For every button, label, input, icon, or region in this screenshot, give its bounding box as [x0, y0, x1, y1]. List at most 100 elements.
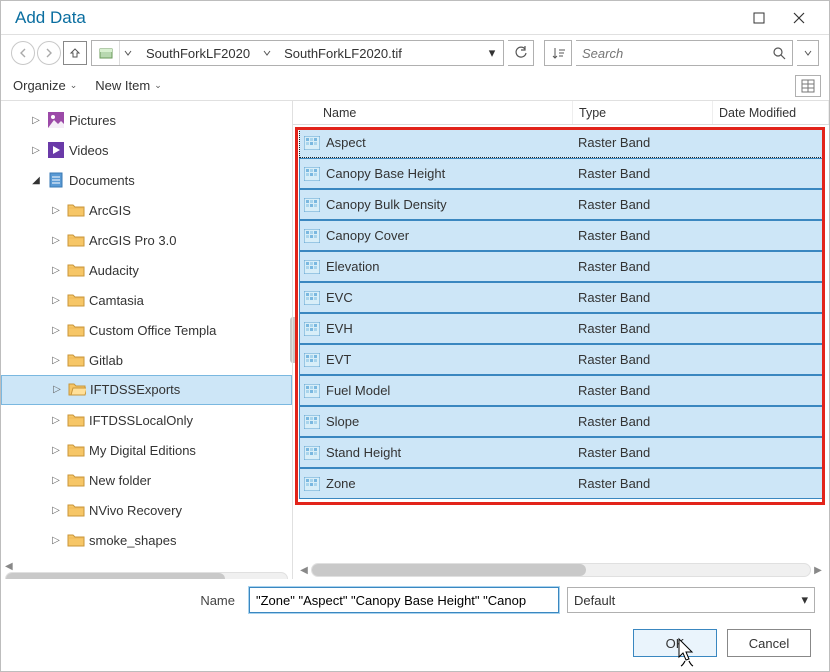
list-item-name: Zone — [324, 476, 578, 491]
expand-icon[interactable]: ▷ — [49, 355, 63, 366]
tree-item-label: Custom Office Templa — [89, 323, 216, 338]
file-list[interactable]: AspectRaster BandCanopy Base HeightRaste… — [293, 125, 829, 561]
pictures-icon — [47, 111, 65, 129]
tree-item-arcgis[interactable]: ▷ ArcGIS — [1, 195, 292, 225]
list-row[interactable]: Canopy Bulk DensityRaster Band — [299, 189, 823, 220]
raster-band-icon — [300, 229, 324, 243]
list-row[interactable]: EVHRaster Band — [299, 313, 823, 344]
column-header-name[interactable]: Name — [293, 101, 573, 124]
refresh-button[interactable] — [508, 40, 534, 66]
close-button[interactable] — [779, 3, 819, 33]
new-item-menu[interactable]: New Item⌄ — [91, 78, 165, 93]
list-item-type: Raster Band — [578, 290, 718, 305]
tree-item-iftdssexports[interactable]: ▷IFTDSSExports — [1, 375, 292, 405]
organize-menu[interactable]: Organize⌄ — [9, 78, 81, 93]
expand-icon[interactable]: ▷ — [50, 384, 64, 395]
tree-item-audacity[interactable]: ▷ Audacity — [1, 255, 292, 285]
back-button[interactable] — [11, 41, 35, 65]
breadcrumb-history-dropdown[interactable]: ▾ — [481, 41, 503, 65]
tree-item-nvivo[interactable]: ▷NVivo Recovery — [1, 495, 292, 525]
folder-icon — [67, 201, 85, 219]
search-input[interactable] — [576, 46, 766, 61]
list-row[interactable]: Fuel ModelRaster Band — [299, 375, 823, 406]
name-input[interactable] — [249, 587, 559, 613]
raster-band-icon — [300, 384, 324, 398]
list-item-type: Raster Band — [578, 445, 718, 460]
list-row[interactable]: EVTRaster Band — [299, 344, 823, 375]
list-item-type: Raster Band — [578, 259, 718, 274]
up-button[interactable] — [63, 41, 87, 65]
tree-horizontal-scrollbar[interactable]: ◀ ▶ — [1, 555, 292, 579]
list-row[interactable]: SlopeRaster Band — [299, 406, 823, 437]
expand-icon[interactable]: ▷ — [49, 535, 63, 546]
tree-item-iftdsslocal[interactable]: ▷IFTDSSLocalOnly — [1, 405, 292, 435]
documents-icon — [47, 171, 65, 189]
ok-label: OK — [666, 636, 685, 651]
list-row[interactable]: ZoneRaster Band — [299, 468, 823, 499]
list-row[interactable]: AspectRaster Band — [299, 127, 823, 158]
tree-item-videos[interactable]: ▷ Videos — [1, 135, 292, 165]
tree-item-label: ArcGIS — [89, 203, 131, 218]
expand-icon[interactable]: ▷ — [49, 445, 63, 456]
tree-item-gitlab[interactable]: ▷Gitlab — [1, 345, 292, 375]
tree-item-label: ArcGIS Pro 3.0 — [89, 233, 176, 248]
breadcrumb-root-dropdown[interactable] — [120, 41, 136, 65]
filter-type-value: Default — [574, 593, 615, 608]
expand-icon[interactable]: ▷ — [49, 265, 63, 276]
search-options-dropdown[interactable] — [797, 40, 819, 66]
folder-tree[interactable]: ▷ Pictures ▷ Videos ◢ Documents ▷ArcGIS▷… — [1, 101, 293, 579]
raster-band-icon — [300, 477, 324, 491]
expand-icon[interactable]: ▷ — [49, 325, 63, 336]
tree-item-label: Documents — [69, 173, 135, 188]
expand-icon[interactable]: ▷ — [49, 235, 63, 246]
list-item-type: Raster Band — [578, 228, 718, 243]
search-icon[interactable] — [766, 41, 792, 65]
list-item-name: Stand Height — [324, 445, 578, 460]
expand-icon[interactable]: ▷ — [49, 475, 63, 486]
filter-type-select[interactable]: Default ▾ — [567, 587, 815, 613]
expand-icon[interactable]: ▷ — [49, 505, 63, 516]
expand-icon[interactable]: ▷ — [49, 415, 63, 426]
tree-item-documents[interactable]: ◢ Documents — [1, 165, 292, 195]
list-item-type: Raster Band — [578, 383, 718, 398]
navigation-bar: SouthForkLF2020 SouthForkLF2020.tif ▾ — [1, 35, 829, 71]
name-label: Name — [15, 593, 241, 608]
list-item-name: Canopy Base Height — [324, 166, 578, 181]
tree-item-smoke[interactable]: ▷smoke_shapes — [1, 525, 292, 555]
search-box[interactable] — [576, 40, 793, 66]
list-row[interactable]: Canopy Base HeightRaster Band — [299, 158, 823, 189]
folder-icon — [67, 531, 85, 549]
breadcrumb-segment[interactable]: SouthForkLF2020 — [136, 41, 260, 65]
sort-button[interactable] — [544, 40, 572, 66]
tree-item-pictures[interactable]: ▷ Pictures — [1, 105, 292, 135]
organize-label: Organize — [13, 78, 66, 93]
breadcrumb-file[interactable]: SouthForkLF2020.tif — [274, 46, 481, 61]
column-header-type[interactable]: Type — [573, 101, 713, 124]
maximize-button[interactable] — [739, 3, 779, 33]
tree-item-customoffice[interactable]: ▷ Custom Office Templa — [1, 315, 292, 345]
ok-button[interactable]: OK — [633, 629, 717, 657]
tree-item-camtasia[interactable]: ▷Camtasia — [1, 285, 292, 315]
tree-item-newfolder[interactable]: ▷New folder — [1, 465, 292, 495]
forward-button[interactable] — [37, 41, 61, 65]
list-row[interactable]: Canopy CoverRaster Band — [299, 220, 823, 251]
list-item-type: Raster Band — [578, 352, 718, 367]
tree-item-arcgispro[interactable]: ▷ ArcGIS Pro 3.0 — [1, 225, 292, 255]
list-row[interactable]: EVCRaster Band — [299, 282, 823, 313]
tree-item-mydigital[interactable]: ▷ My Digital Editions — [1, 435, 292, 465]
list-item-type: Raster Band — [578, 414, 718, 429]
expand-icon[interactable]: ▷ — [49, 205, 63, 216]
view-options-button[interactable] — [795, 75, 821, 97]
list-row[interactable]: Stand HeightRaster Band — [299, 437, 823, 468]
expand-icon[interactable]: ▷ — [49, 295, 63, 306]
cancel-button[interactable]: Cancel — [727, 629, 811, 657]
list-horizontal-scrollbar[interactable]: ◀ ▶ — [293, 561, 829, 579]
tree-item-label: My Digital Editions — [89, 443, 196, 458]
tree-item-label: Audacity — [89, 263, 139, 278]
breadcrumb[interactable]: SouthForkLF2020 SouthForkLF2020.tif ▾ — [91, 40, 504, 66]
tree-item-label: Pictures — [69, 113, 116, 128]
raster-band-icon — [300, 322, 324, 336]
column-header-date[interactable]: Date Modified — [713, 101, 829, 124]
chevron-down-icon[interactable] — [260, 49, 274, 57]
list-row[interactable]: ElevationRaster Band — [299, 251, 823, 282]
